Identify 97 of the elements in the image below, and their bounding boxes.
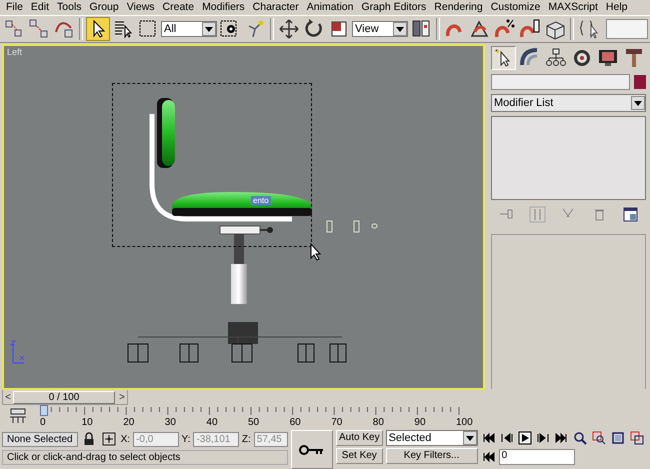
frame-number: 80: [372, 417, 384, 428]
frame-number: 60: [290, 417, 301, 428]
dropdown-value: View: [355, 22, 379, 35]
modifier-stack-list[interactable]: [491, 116, 646, 200]
current-frame-field[interactable]: 0: [498, 449, 575, 465]
key-mode-toggle-button[interactable]: [480, 449, 497, 465]
coordinate-label: Y:: [182, 434, 190, 444]
next-frame-icon: [536, 431, 550, 445]
zoom-extents-all-button[interactable]: [628, 430, 645, 446]
timeline-ruler[interactable]: 0 10 20 30 40 50 60 70 80 90 100: [36, 405, 476, 429]
dropdown-value: Selected: [388, 432, 432, 444]
unlink-icon: [28, 18, 50, 40]
scroll-thumb[interactable]: 0 / 100: [13, 390, 115, 404]
key-mode-dropdown[interactable]: Selected: [386, 430, 478, 446]
percent-snap-icon: [494, 18, 516, 40]
next-frame-button[interactable]: [534, 430, 551, 446]
frame-number: 20: [123, 417, 134, 428]
zoom-all-button[interactable]: [590, 430, 607, 446]
spinner-snap-icon: [519, 18, 541, 40]
hierarchy-icon: [544, 47, 566, 69]
menu-item[interactable]: Edit: [26, 1, 54, 14]
configure-sets-button[interactable]: [622, 206, 639, 222]
selection-status: None Selected: [2, 432, 78, 446]
menu-item[interactable]: Character: [248, 1, 303, 14]
menu-item[interactable]: Modifiers: [198, 1, 249, 14]
object-color-swatch[interactable]: [634, 75, 646, 89]
coordinate-label: Z:: [242, 434, 251, 444]
menu-item[interactable]: Customize: [486, 1, 544, 14]
frame-number: 0: [40, 417, 46, 428]
key-filters-button[interactable]: Key Filters...: [386, 448, 478, 464]
zoom-all-icon: [592, 431, 606, 445]
cursor-icon: [310, 243, 322, 261]
set-key-button[interactable]: Set Key: [336, 448, 383, 464]
menu-item[interactable]: MAXScript: [544, 1, 602, 14]
dropdown-value: All: [164, 22, 176, 35]
lock-selection-button[interactable]: [82, 432, 95, 446]
dropdown-value: Modifier List: [494, 97, 554, 109]
frame-scrollbar[interactable]: < 0 / 100 >: [2, 389, 128, 405]
play-icon: [518, 431, 532, 445]
move-icon: [278, 18, 300, 40]
transform-mode-icon: [102, 432, 116, 446]
named-selection-field[interactable]: [606, 18, 648, 39]
absolute-mode-button[interactable]: [102, 432, 116, 446]
frame-number: 10: [82, 417, 93, 428]
menu-item[interactable]: Animation: [302, 1, 358, 14]
frame-number: 90: [414, 417, 426, 428]
object-name-field[interactable]: [491, 74, 630, 90]
menu-item[interactable]: File: [2, 1, 27, 14]
show-end-result-icon: [529, 206, 546, 222]
track-view-icon: [9, 408, 27, 424]
frame-number: 50: [248, 417, 260, 428]
menu-item[interactable]: Tools: [53, 1, 86, 14]
key-mode-icon: [482, 450, 496, 464]
reference-coordinate-dropdown[interactable]: View: [352, 20, 408, 37]
key-icon: [299, 444, 325, 456]
monitor-icon: [596, 47, 618, 69]
go-to-end-button[interactable]: [552, 430, 569, 446]
frame-number: 30: [164, 417, 176, 428]
zoom-icon: [572, 431, 587, 445]
current-frame-marker[interactable]: [40, 405, 48, 416]
configure-sets-icon: [622, 206, 639, 222]
menu-item[interactable]: Help: [602, 1, 632, 14]
panel-tab[interactable]: [491, 46, 516, 70]
previous-frame-icon: [500, 431, 514, 445]
modifier-list-dropdown[interactable]: Modifier List: [491, 94, 646, 112]
curly-braces-icon: [578, 18, 600, 40]
move-button[interactable]: [277, 16, 301, 41]
viewport[interactable]: Left ento: [2, 44, 485, 390]
object-label: ento: [251, 196, 271, 205]
menu-item[interactable]: Rendering: [430, 1, 487, 14]
time-slider-next[interactable]: >: [117, 392, 127, 402]
axis-tripod-icon: [10, 338, 26, 366]
frame-number: 100: [456, 417, 473, 428]
previous-frame-button[interactable]: [498, 430, 515, 446]
time-slider-previous[interactable]: <: [3, 392, 13, 402]
menu-item[interactable]: Group: [86, 1, 123, 14]
lock-icon: [82, 432, 95, 446]
play-button[interactable]: [516, 430, 533, 446]
selection-filter-dropdown[interactable]: All: [161, 20, 217, 37]
go-to-start-icon: [482, 431, 496, 445]
menu-item[interactable]: Create: [158, 1, 198, 14]
auto-key-button[interactable]: Auto Key: [336, 430, 383, 446]
set-keys-button[interactable]: [291, 430, 333, 469]
zoom-extents-icon: [610, 431, 625, 445]
rotate-icon: [303, 18, 325, 40]
helper-objects-drawing: [326, 220, 380, 234]
menu-item[interactable]: Graph Editors: [357, 1, 430, 14]
frame-number: 70: [331, 417, 342, 428]
select-arrow-button[interactable]: [86, 16, 110, 41]
go-to-end-icon: [554, 431, 568, 445]
go-to-start-button[interactable]: [480, 430, 497, 446]
zoom-extents-button[interactable]: [610, 430, 626, 446]
menu-item[interactable]: Views: [122, 1, 159, 14]
frame-number: 40: [206, 417, 218, 428]
coordinate-label: X:: [120, 434, 130, 444]
zoom-button[interactable]: [572, 430, 588, 446]
zoom-extents-all-icon: [630, 431, 644, 445]
